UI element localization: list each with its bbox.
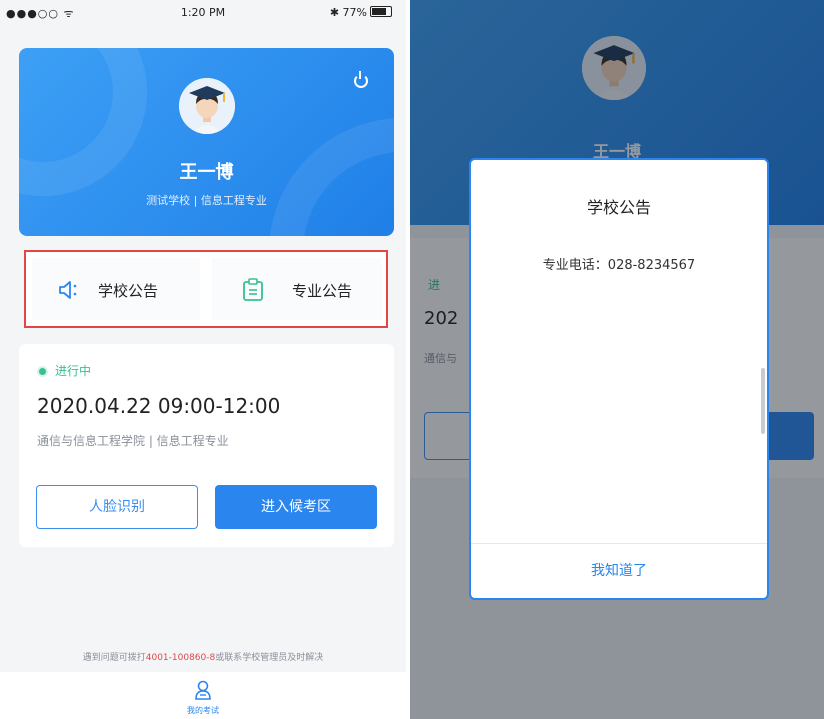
exam-department: 通信与信息工程学院 | 信息工程专业 — [37, 434, 229, 448]
hotline-number[interactable]: 4001-100860-8 — [146, 653, 215, 663]
my-exams-tab-icon[interactable] — [194, 680, 212, 700]
help-prefix: 遇到问题可拨打 — [82, 653, 146, 663]
acknowledge-button[interactable]: 我知道了 — [471, 543, 767, 598]
battery-indicator: ✱ 77% — [330, 6, 392, 19]
dialog-scrollbar[interactable] — [761, 368, 765, 434]
announcement-modal-screen: 王一博 进 202 通信与 学校公告 专业电话：028-8234567 我知道了 — [410, 0, 824, 719]
battery-text: ✱ 77% — [329, 6, 367, 19]
face-recognition-button[interactable]: 人脸识别 — [36, 485, 198, 529]
dialog-title: 学校公告 — [586, 198, 651, 217]
document-icon — [243, 278, 263, 301]
exam-card: 进行中 2020.04.22 09:00-12:00 通信与信息工程学院 | 信… — [19, 344, 394, 547]
major-announcement-button[interactable]: 专业公告 — [212, 258, 382, 320]
student-avatar-icon — [178, 78, 235, 134]
dialog-content: 专业电话：028-8234567 — [542, 258, 696, 273]
school-announcement-button[interactable]: 学校公告 — [32, 258, 200, 320]
avatar — [178, 78, 235, 134]
profile-card: 王一博 测试学校 | 信息工程专业 — [19, 48, 394, 236]
major-announcement-label: 专业公告 — [292, 282, 353, 300]
school-major: 测试学校 | 信息工程专业 — [146, 194, 267, 207]
tab-bar: 我的考试 — [0, 672, 406, 719]
status-dot-icon — [39, 368, 46, 375]
exam-status: 进行中 — [55, 364, 92, 378]
logout-power-icon[interactable] — [354, 71, 368, 88]
school-announcement-label: 学校公告 — [98, 282, 159, 300]
status-bar: ●●●○○ ᯤ 1:20 PM ✱ 77% — [0, 0, 406, 26]
help-text: 遇到问题可拨打4001-100860-8或联系学校管理员及时解决 — [0, 650, 406, 663]
announcement-dialog: 学校公告 专业电话：028-8234567 我知道了 — [469, 158, 769, 600]
exam-time: 2020.04.22 09:00-12:00 — [37, 394, 281, 418]
help-suffix: 或联系学校管理员及时解决 — [215, 653, 324, 663]
student-name: 王一博 — [179, 162, 234, 183]
battery-icon — [370, 6, 392, 17]
speaker-icon — [59, 281, 77, 299]
home-screen: ●●●○○ ᯤ 1:20 PM ✱ 77% 王一博 测试学校 | 信息工程专业 — [0, 0, 406, 719]
my-exams-tab-label[interactable]: 我的考试 — [0, 705, 406, 716]
announcement-group: 学校公告 专业公告 — [24, 250, 388, 328]
enter-waiting-room-button[interactable]: 进入候考区 — [215, 485, 377, 529]
